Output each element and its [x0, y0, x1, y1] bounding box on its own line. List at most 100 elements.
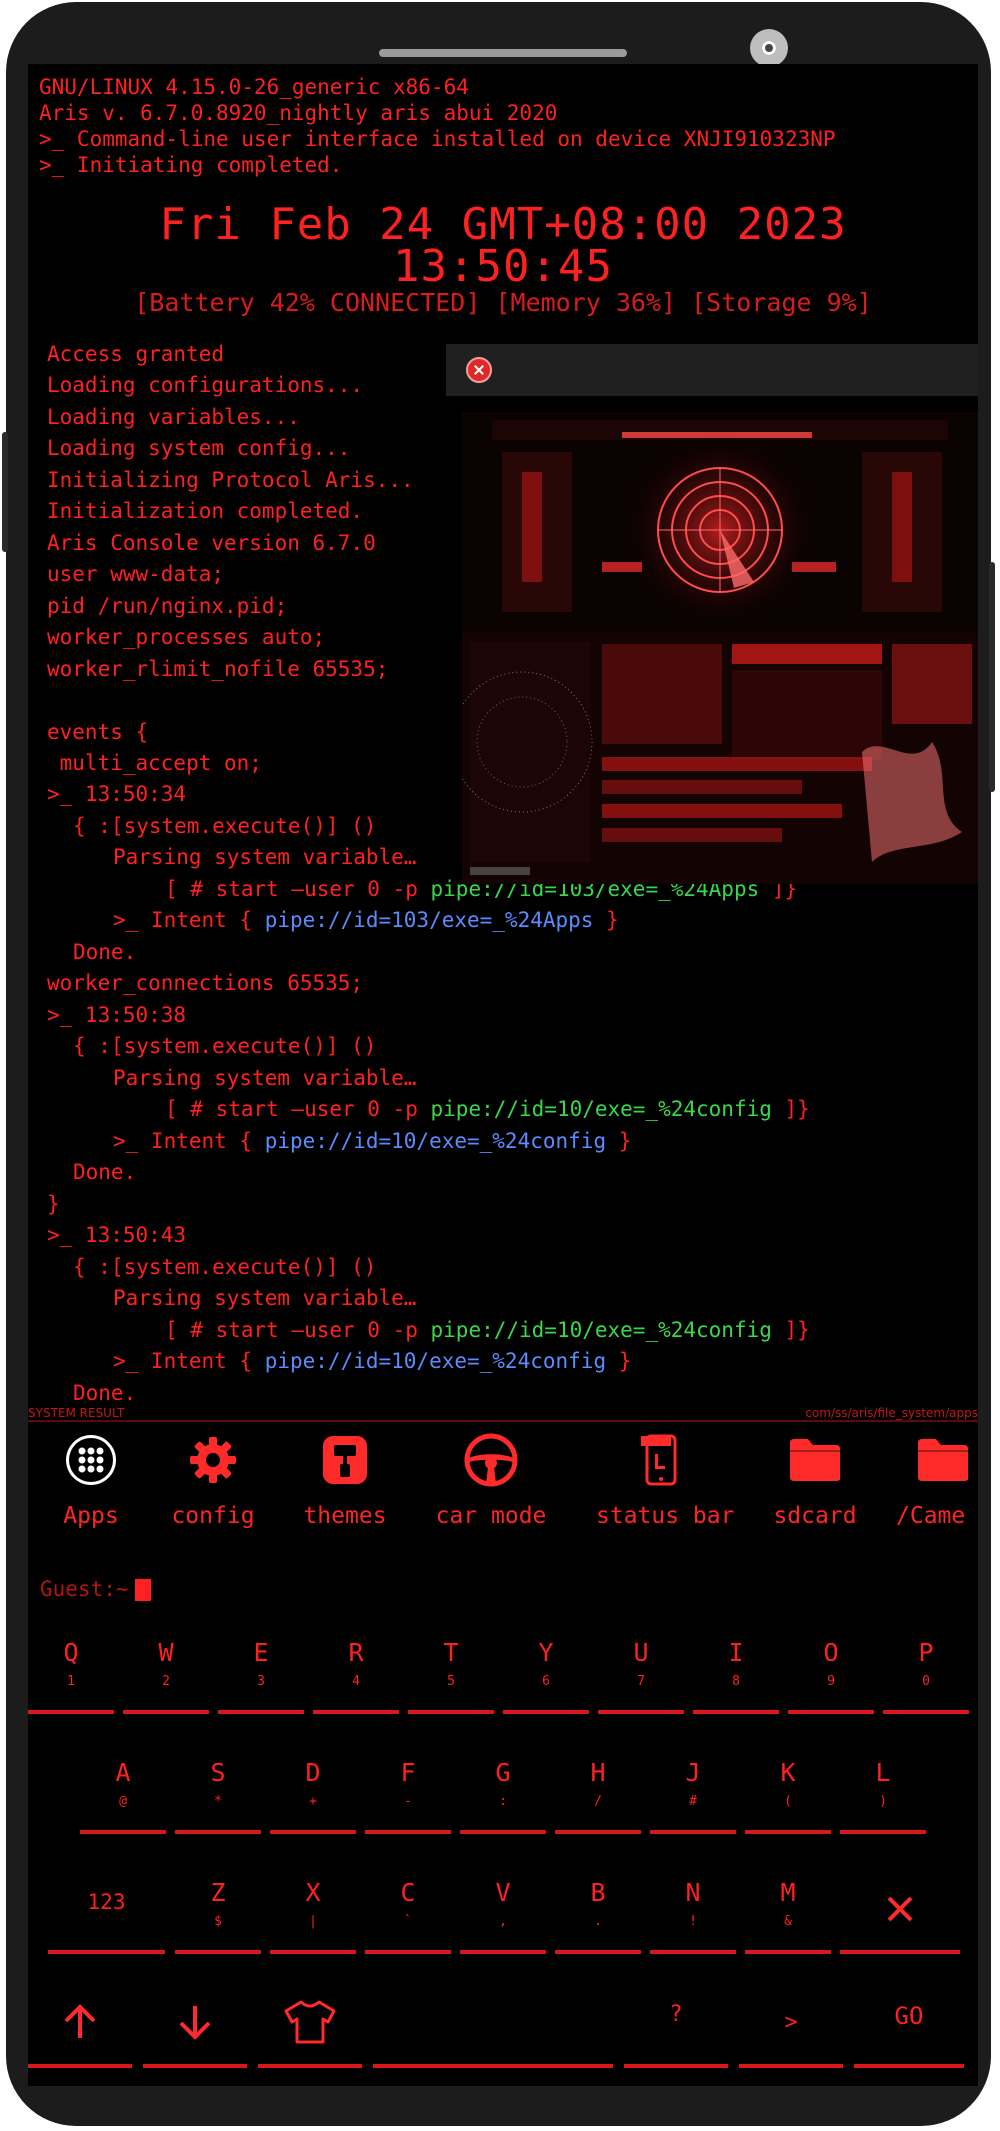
app-label: Apps	[63, 1503, 119, 1529]
key-w[interactable]: W2	[123, 1640, 209, 1714]
key-b[interactable]: B.	[555, 1880, 641, 1954]
system-status-line: [Battery 42% CONNECTED] [Memory 36%] [St…	[134, 288, 872, 317]
console-line: Loading variables...	[47, 405, 300, 429]
key-s[interactable]: S *	[175, 1760, 261, 1834]
hud-video-frame[interactable]	[462, 412, 978, 884]
power-button	[989, 562, 995, 792]
pipe-link[interactable]: pipe://id=10/exe=_%24config	[431, 1097, 772, 1121]
boot-line: Aris v. 6.7.0.8920_nightly aris abui 202…	[39, 101, 558, 125]
exec-intent-line: >_ Intent { pipe://id=103/exe=_%24Apps }	[113, 908, 619, 932]
key-m[interactable]: M &	[745, 1880, 831, 1954]
text-cursor	[134, 1579, 151, 1601]
terminal-screen: GNU/LINUX 4.15.0-26_generic x86-64 Aris …	[28, 64, 978, 2086]
key-i[interactable]: I8	[693, 1640, 779, 1714]
console-line: pid /run/nginx.pid;	[47, 594, 288, 618]
key-d[interactable]: D +	[270, 1760, 356, 1834]
app-shortcut-apps[interactable]: Apps	[28, 1429, 156, 1529]
key-n[interactable]: N!	[650, 1880, 736, 1954]
boot-line: GNU/LINUX 4.15.0-26_generic x86-64	[39, 75, 469, 99]
paint-roller-icon	[280, 1429, 410, 1491]
close-icon[interactable]	[466, 357, 492, 383]
phone-frame: GNU/LINUX 4.15.0-26_generic x86-64 Aris …	[2, 2, 995, 2126]
exec-prompt: >_ 13:50:43	[47, 1223, 187, 1247]
space-key[interactable]	[373, 1994, 613, 2068]
app-shortcut-config[interactable]: config	[148, 1429, 278, 1529]
app-label: sdcard	[773, 1503, 857, 1529]
hud-graphic	[462, 412, 978, 884]
backspace-key[interactable]	[840, 1880, 960, 1954]
pipe-link[interactable]: pipe://id=10/exe=_%24config	[265, 1349, 606, 1373]
app-shortcut-camera[interactable]: /Came	[886, 1429, 978, 1529]
pipe-link[interactable]: pipe://id=10/exe=_%24config	[431, 1318, 772, 1342]
app-shortcut-car-mode[interactable]: car mode	[426, 1429, 556, 1529]
console-line: multi_accept on;	[47, 751, 262, 775]
key-t[interactable]: T5	[408, 1640, 494, 1714]
key-h[interactable]: H /	[555, 1760, 641, 1834]
gt-key[interactable]: >	[739, 1994, 843, 2068]
front-camera-icon	[750, 29, 788, 67]
console-line: Access granted	[47, 342, 225, 366]
phone-status-icon	[596, 1429, 726, 1491]
pipe-link[interactable]: pipe://id=10/exe=_%24config	[265, 1129, 606, 1153]
app-label: car mode	[435, 1503, 547, 1529]
console-line: events {	[47, 720, 149, 744]
key-u[interactable]: U7	[598, 1640, 684, 1714]
volume-button	[2, 432, 8, 552]
key-x[interactable]: X |	[270, 1880, 356, 1954]
exec-parsing: Parsing system variable…	[113, 1286, 417, 1310]
folder-icon	[750, 1429, 880, 1491]
go-key[interactable]: GO	[854, 1994, 964, 2068]
key-z[interactable]: Z $	[175, 1880, 261, 1954]
app-shortcut-themes[interactable]: themes	[280, 1429, 410, 1529]
console-line: Initializing Protocol Aris...	[47, 468, 414, 492]
key-c[interactable]: C `	[365, 1880, 451, 1954]
exec-call: { :[system.execute()] ()	[73, 1255, 377, 1279]
key-k[interactable]: K(	[745, 1760, 831, 1834]
video-popup[interactable]	[446, 344, 978, 884]
console-line: worker_connections 65535;	[47, 971, 364, 995]
close-x-icon	[887, 1896, 913, 1922]
key-f[interactable]: F-	[365, 1760, 451, 1834]
exec-start-line: [ # start —user 0 -p pipe://id=10/exe=_%…	[165, 1097, 810, 1121]
key-p[interactable]: P0	[883, 1640, 969, 1714]
key-r[interactable]: R4	[313, 1640, 399, 1714]
app-label: /Came	[896, 1503, 966, 1529]
console-line: Loading system config...	[47, 436, 351, 460]
app-shortcut-sdcard[interactable]: sdcard	[750, 1429, 880, 1529]
divider	[28, 1420, 978, 1422]
pipe-link[interactable]: pipe://id=103/exe=_%24Apps	[265, 908, 594, 932]
console-line: worker_processes auto;	[47, 625, 326, 649]
exec-start-line: [ # start —user 0 -p pipe://id=10/exe=_%…	[165, 1318, 810, 1342]
cursor-up-key[interactable]	[28, 1994, 132, 2068]
video-popup-titlebar[interactable]	[446, 344, 978, 396]
key-o[interactable]: O9	[788, 1640, 874, 1714]
console-line: Loading configurations...	[47, 373, 364, 397]
key-g[interactable]: G:	[460, 1760, 546, 1834]
exec-prompt: >_ 13:50:34	[47, 782, 187, 806]
exec-prompt: >_ 13:50:38	[47, 1003, 187, 1027]
theme-key[interactable]	[258, 1994, 362, 2068]
arrow-up-icon	[64, 2004, 96, 2038]
exec-done: Done.	[73, 1381, 137, 1405]
exec-call: { :[system.execute()] ()	[73, 1034, 377, 1058]
key-123[interactable]: 123	[48, 1880, 165, 1954]
key-j[interactable]: J #	[650, 1760, 736, 1834]
exec-parsing: Parsing system variable…	[113, 1066, 417, 1090]
closing-brace: }	[47, 1192, 60, 1216]
exec-done: Done.	[73, 940, 137, 964]
key-e[interactable]: E3	[218, 1640, 304, 1714]
tshirt-icon	[284, 2000, 336, 2044]
command-input[interactable]: Guest:~	[40, 1577, 151, 1601]
exec-call: { :[system.execute()] ()	[73, 814, 377, 838]
question-key[interactable]: ?	[624, 1994, 728, 2068]
console-line: Initialization completed.	[47, 499, 364, 523]
key-y[interactable]: Y6	[503, 1640, 589, 1714]
key-v[interactable]: V,	[460, 1880, 546, 1954]
system-result-label: SYSTEM RESULT	[28, 1406, 125, 1420]
app-shortcut-status-bar[interactable]: status bar	[596, 1429, 734, 1529]
key-q[interactable]: Q1	[28, 1640, 114, 1714]
console-line: user www-data;	[47, 562, 225, 586]
key-a[interactable]: A @	[80, 1760, 166, 1834]
key-l[interactable]: L)	[840, 1760, 926, 1834]
cursor-down-key[interactable]	[143, 1994, 247, 2068]
